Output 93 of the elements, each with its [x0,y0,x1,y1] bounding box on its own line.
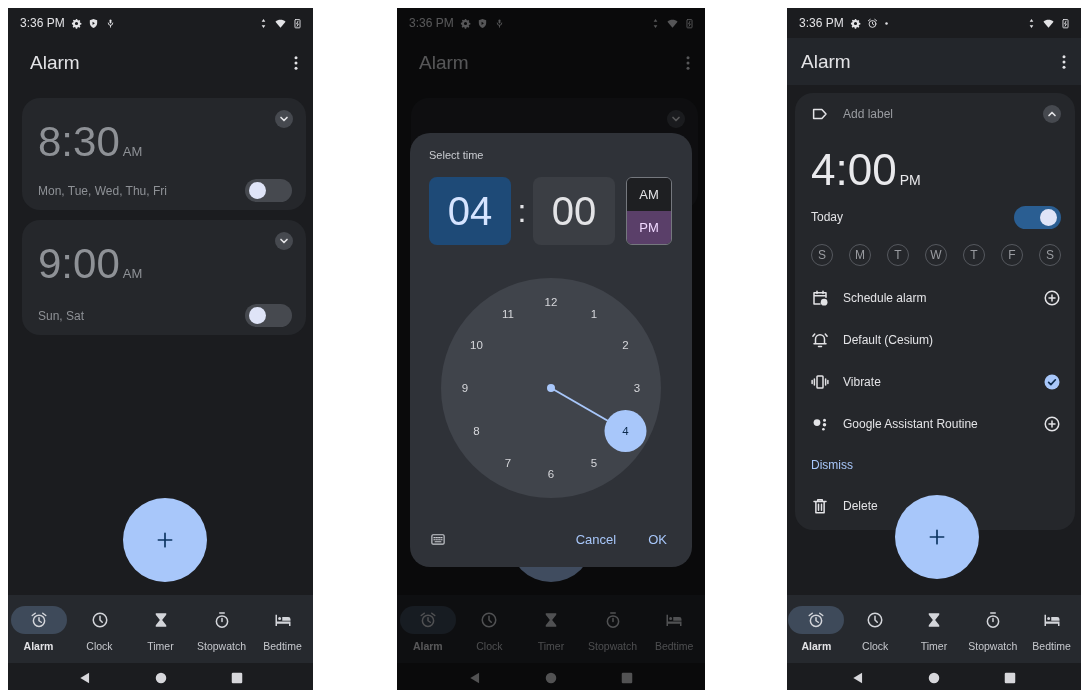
alarm-card[interactable]: 9:00 AM Sun, Sat [22,220,306,335]
alarm-time: 8:30 [38,118,120,166]
clock-icon [90,611,109,629]
dial-number[interactable]: 11 [496,305,520,322]
battery-icon [1060,17,1071,29]
time-separator: : [516,192,528,230]
gear-icon [70,17,82,29]
gear-icon [459,17,471,29]
dial-number[interactable]: 12 [539,294,563,310]
minute-field[interactable]: 00 [533,177,615,245]
battery-icon [684,17,695,29]
option-label[interactable]: Schedule alarm [843,291,1029,305]
app-title: Alarm [801,50,851,73]
wifi-icon [1043,17,1054,29]
chevron-down-icon[interactable] [275,232,293,250]
option-label[interactable]: Google Assistant Routine [843,417,1029,431]
alarm-schedule: Today [811,210,844,224]
dot-icon [883,20,889,26]
alarm-period: AM [122,266,143,281]
bell-icon [811,331,829,349]
dial-number[interactable]: 9 [453,380,477,396]
keyboard-icon[interactable] [429,532,447,547]
dismiss-link[interactable]: Dismiss [811,458,853,472]
dial-number[interactable]: 8 [464,423,489,439]
dial-number[interactable]: 2 [613,337,638,353]
trash-icon[interactable] [811,497,829,515]
alarm-clock-icon [418,611,437,629]
plus-icon [155,530,175,550]
status-time: 3:36 PM [799,16,844,30]
add-circle-icon[interactable] [1043,289,1061,307]
alarm-time[interactable]: 4:00 [811,145,897,195]
check-circle-icon[interactable] [1043,373,1061,391]
status-time: 3:36 PM [20,16,65,30]
alarm-card[interactable]: 8:30 AM Mon, Tue, Wed, Thu, Fri [22,98,306,210]
add-label-field[interactable]: Add label [843,107,1029,121]
delete-label[interactable]: Delete [843,499,878,513]
alarm-clock-icon [866,17,878,29]
alarm-switch[interactable] [245,179,292,202]
period-option[interactable]: PM [627,211,671,244]
clock-icon [480,611,499,629]
nav-tab[interactable]: Clock [69,606,130,652]
recents-icon[interactable] [229,671,244,685]
gear-icon [849,17,861,29]
alarm-period: PM [899,172,921,188]
shield-icon [476,17,488,29]
alarm-time: 9:00 [38,240,120,288]
shield-icon [87,17,99,29]
clock-icon [866,611,885,629]
add-circle-icon[interactable] [1043,415,1061,433]
wifi-icon [275,17,286,29]
plus-icon [927,527,947,547]
nav-tab[interactable]: Stopwatch [191,606,252,652]
dialog-button[interactable]: OK [642,528,673,551]
nav-tab[interactable]: Bedtime [252,606,313,652]
recents-icon[interactable] [1003,671,1017,685]
nav-tab[interactable]: Timer [904,606,964,652]
option-label[interactable]: Default (Cesium) [843,333,1061,347]
dialog-title: Select time [429,149,485,163]
alarm-days: Mon, Tue, Wed, Thu, Fri [38,183,167,198]
app-title: Alarm [30,52,80,74]
home-icon[interactable] [153,671,168,685]
vibrate-icon [811,373,829,391]
alarm-switch[interactable] [1014,205,1061,229]
nav-tab[interactable]: Stopwatch [963,606,1023,652]
wifi-icon [667,17,678,29]
clock-hand[interactable] [547,384,647,452]
nav-tab[interactable]: Bedtime [1022,606,1081,652]
alarm-switch[interactable] [245,304,292,327]
status-time: 3:36 PM [409,16,454,30]
back-icon[interactable] [851,671,865,685]
option-label[interactable]: Vibrate [843,375,1029,389]
dial-number[interactable]: 7 [496,454,520,471]
clock-dial[interactable]: 12 1 2 3 4 5 6 7 8 9 10 11 [441,278,661,498]
dial-number[interactable]: 10 [464,337,489,353]
dial-number[interactable]: 5 [582,454,606,471]
app-title: Alarm [419,52,469,74]
alarm-days: Sun, Sat [38,308,85,323]
calendar-icon [811,289,829,307]
chevron-down-icon[interactable] [275,110,293,128]
alarm-clock-icon [29,611,48,629]
alarm-clock-icon [807,611,826,629]
nav-tab[interactable]: Clock [845,606,905,652]
chevron-up-icon[interactable] [1043,105,1061,123]
battery-icon [292,17,303,29]
home-icon[interactable] [927,671,941,685]
hour-field[interactable]: 04 [429,177,511,245]
nav-tab[interactable]: Timer [130,606,191,652]
dialog-button[interactable]: Cancel [569,528,623,551]
dial-number[interactable]: 3 [625,380,649,396]
dial-number[interactable]: 1 [582,305,606,322]
alarm-period: AM [122,144,143,159]
dial-number[interactable]: 6 [539,466,563,482]
period-option[interactable]: AM [627,178,671,211]
